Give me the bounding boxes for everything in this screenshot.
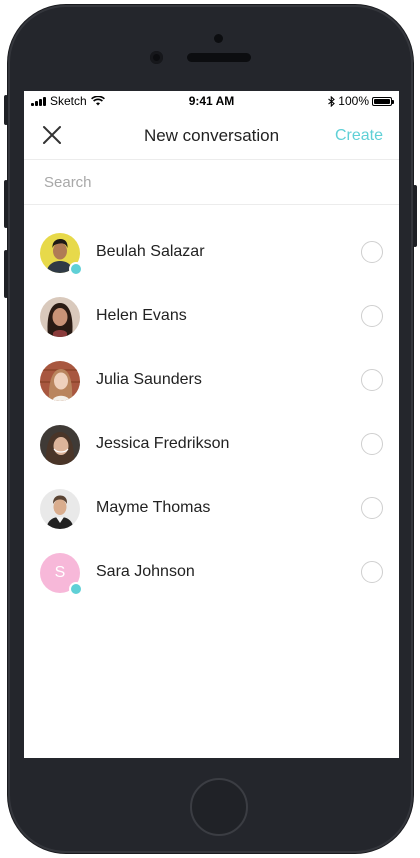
online-status-dot bbox=[69, 582, 83, 596]
contact-row[interactable]: Helen Evans bbox=[24, 285, 399, 349]
contact-name: Helen Evans bbox=[96, 307, 187, 324]
contact-row[interactable]: Julia Saunders bbox=[24, 349, 399, 413]
nav-bar: New conversation Create bbox=[24, 111, 399, 159]
front-camera bbox=[150, 51, 163, 64]
contact-name: Beulah Salazar bbox=[96, 243, 205, 260]
person-avatar-icon bbox=[40, 361, 80, 401]
status-bar: Sketch 9:41 AM 100% bbox=[24, 91, 399, 111]
contact-row[interactable]: Jessica Fredrikson bbox=[24, 413, 399, 477]
select-radio[interactable] bbox=[361, 433, 383, 455]
person-avatar-icon bbox=[40, 297, 80, 337]
avatar bbox=[40, 361, 80, 401]
contact-name: Jessica Fredrikson bbox=[96, 435, 230, 452]
bluetooth-icon bbox=[328, 95, 336, 107]
avatar bbox=[40, 489, 80, 529]
contact-name: Sara Johnson bbox=[96, 563, 195, 580]
avatar bbox=[40, 297, 80, 337]
volume-down-button bbox=[4, 250, 8, 298]
person-avatar-icon bbox=[40, 489, 80, 529]
power-button bbox=[413, 185, 417, 247]
person-avatar-icon bbox=[40, 425, 80, 465]
status-right: 100% bbox=[328, 94, 394, 108]
volume-up-button bbox=[4, 180, 8, 228]
select-radio[interactable] bbox=[361, 561, 383, 583]
contact-name: Julia Saunders bbox=[96, 371, 202, 388]
screen: Sketch 9:41 AM 100% New conversation Cre bbox=[24, 91, 399, 758]
contact-row[interactable]: Beulah Salazar bbox=[24, 221, 399, 285]
home-button[interactable] bbox=[190, 778, 248, 836]
avatar bbox=[40, 425, 80, 465]
earpiece-speaker bbox=[187, 53, 251, 62]
contact-row[interactable]: S Sara Johnson bbox=[24, 541, 399, 605]
select-radio[interactable] bbox=[361, 241, 383, 263]
battery-level bbox=[374, 98, 390, 104]
online-status-dot bbox=[69, 262, 83, 276]
proximity-sensor bbox=[214, 34, 223, 43]
select-radio[interactable] bbox=[361, 369, 383, 391]
contact-name: Mayme Thomas bbox=[96, 499, 211, 516]
search-bar bbox=[24, 159, 399, 205]
mute-switch bbox=[4, 95, 8, 125]
battery-icon bbox=[372, 96, 394, 106]
search-input[interactable] bbox=[44, 170, 374, 194]
contact-list: Beulah Salazar Helen Evans Julia Saunder… bbox=[24, 221, 399, 605]
contact-row[interactable]: Mayme Thomas bbox=[24, 477, 399, 541]
create-button[interactable]: Create bbox=[335, 127, 383, 145]
select-radio[interactable] bbox=[361, 305, 383, 327]
select-radio[interactable] bbox=[361, 497, 383, 519]
battery-percent: 100% bbox=[338, 94, 369, 108]
